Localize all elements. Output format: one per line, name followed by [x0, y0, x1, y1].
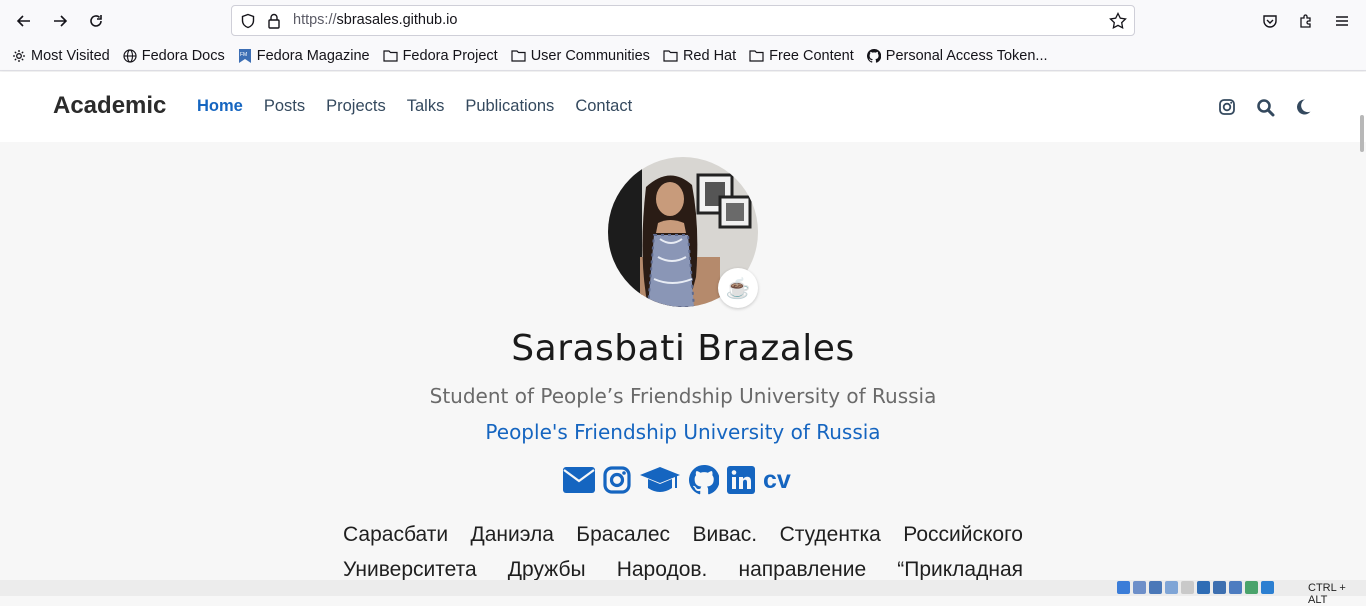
profile-name: Sarasbati Brazales — [511, 328, 855, 369]
email-link[interactable] — [563, 467, 595, 493]
bookmark-label: User Communities — [530, 47, 650, 64]
tray-app-icon[interactable] — [1149, 581, 1162, 594]
instagram-link[interactable] — [603, 466, 631, 494]
tray-app-icon[interactable] — [1245, 581, 1258, 594]
url-host: sbrasales.github.io — [336, 12, 458, 28]
instagram-icon — [603, 466, 631, 494]
social-links: cv — [563, 465, 799, 495]
bookmark-label: Fedora Project — [402, 47, 498, 64]
tray-app-icon[interactable] — [1117, 581, 1130, 594]
google-scholar-link[interactable] — [639, 466, 681, 494]
status-badge: ☕ — [718, 268, 758, 308]
tray-app-icon[interactable] — [1165, 581, 1178, 594]
tray-icons — [1117, 581, 1277, 594]
arrow-right-icon — [54, 15, 68, 27]
instagram-nav-link[interactable] — [1216, 96, 1238, 118]
tray-app-icon[interactable] — [1229, 581, 1242, 594]
url-scheme: https:// — [293, 12, 337, 28]
main-content: ☕ Sarasbati Brazales Student of People’s… — [0, 142, 1366, 581]
cv-link[interactable]: cv — [763, 466, 791, 495]
extensions-button[interactable] — [1293, 8, 1319, 34]
lock-icon — [268, 13, 280, 29]
gear-icon — [13, 49, 25, 62]
shield-icon — [241, 13, 255, 29]
bookmark-fedora-project[interactable]: Fedora Project — [382, 47, 498, 64]
bookmark-most-visited[interactable]: Most Visited — [12, 48, 110, 64]
moon-icon — [1297, 99, 1311, 115]
svg-text:FM: FM — [240, 52, 247, 58]
arrow-left-icon — [16, 15, 30, 27]
bookmark-label: Fedora Magazine — [256, 47, 370, 64]
menu-button[interactable] — [1329, 8, 1355, 34]
bookmark-label: Red Hat — [682, 47, 737, 64]
tray-app-icon[interactable] — [1261, 581, 1274, 594]
bookmark-free-content[interactable]: Free Content — [749, 48, 854, 64]
graduation-cap-icon — [640, 467, 680, 492]
page-scrollbar[interactable] — [1360, 115, 1364, 152]
bookmark-fedora-magazine[interactable]: FM Fedora Magazine — [238, 48, 370, 64]
github-icon — [689, 465, 719, 495]
pocket-button[interactable] — [1257, 8, 1283, 34]
star-icon[interactable] — [1109, 12, 1127, 30]
bookmark-red-hat[interactable]: Red Hat — [663, 48, 736, 64]
hamburger-icon — [1336, 16, 1348, 26]
theme-toggle[interactable] — [1292, 96, 1314, 118]
site-brand[interactable]: Academic — [53, 92, 166, 120]
fedora-magazine-icon: FM — [238, 48, 251, 63]
reload-button[interactable] — [83, 8, 109, 34]
url-bar[interactable]: https://sbrasales.github.io — [231, 5, 1135, 36]
bookmark-user-communities[interactable]: User Communities — [511, 48, 650, 64]
profile-organization[interactable]: People's Friendship University of Russia — [0, 420, 1366, 444]
github-icon — [866, 48, 881, 63]
nav-projects[interactable]: Projects — [326, 97, 386, 116]
nav-contact[interactable]: Contact — [575, 97, 632, 116]
linkedin-link[interactable] — [727, 466, 755, 494]
tray-app-icon[interactable] — [1197, 581, 1210, 594]
tray-app-icon[interactable] — [1133, 581, 1146, 594]
keyboard-shortcut-label: CTRL + ALT — [1308, 582, 1346, 606]
site-nav-links: Home Posts Projects Talks Publications C… — [197, 97, 653, 116]
profile-bio: Сарасбати Даниэла Брасалес Вивас. Студен… — [343, 523, 1023, 581]
bookmark-fedora-docs[interactable]: Fedora Docs — [123, 48, 225, 64]
browser-toolbar: https://sbrasales.github.io — [0, 0, 1366, 41]
back-button[interactable] — [11, 8, 37, 34]
bookmark-label: Fedora Docs — [141, 47, 225, 64]
puzzle-icon — [1300, 14, 1311, 28]
nav-home[interactable]: Home — [197, 97, 243, 116]
tray-app-icon[interactable] — [1213, 581, 1226, 594]
nav-publications[interactable]: Publications — [465, 97, 554, 116]
tray-app-icon[interactable] — [1181, 581, 1194, 594]
pocket-icon — [1263, 15, 1277, 28]
instagram-icon — [1219, 99, 1235, 115]
forward-button[interactable] — [47, 8, 73, 34]
search-icon — [1256, 98, 1274, 116]
bookmark-label: Personal Access Token... — [885, 47, 1048, 64]
system-tray: CTRL + ALT — [0, 580, 1366, 606]
bookmark-label: Most Visited — [31, 47, 110, 64]
folder-icon — [663, 50, 678, 62]
envelope-icon — [563, 467, 595, 493]
reload-icon — [90, 15, 102, 27]
globe-icon — [123, 48, 137, 63]
github-link[interactable] — [689, 465, 719, 495]
profile-role: Student of People’s Friendship Universit… — [429, 384, 937, 408]
folder-icon — [382, 50, 398, 62]
bookmarks-bar: Most Visited Fedora Docs FM Fedora Magaz… — [0, 41, 1366, 71]
folder-icon — [749, 50, 764, 62]
folder-icon — [511, 50, 526, 62]
nav-talks[interactable]: Talks — [407, 97, 445, 116]
linkedin-icon — [727, 466, 755, 494]
url-text[interactable]: https://sbrasales.github.io — [293, 12, 457, 28]
search-button[interactable] — [1254, 96, 1276, 118]
bookmark-label: Free Content — [769, 47, 854, 64]
site-navbar: Academic Home Posts Projects Talks Publi… — [0, 72, 1366, 142]
nav-posts[interactable]: Posts — [264, 97, 305, 116]
bookmark-personal-access-token[interactable]: Personal Access Token... — [866, 47, 1048, 64]
